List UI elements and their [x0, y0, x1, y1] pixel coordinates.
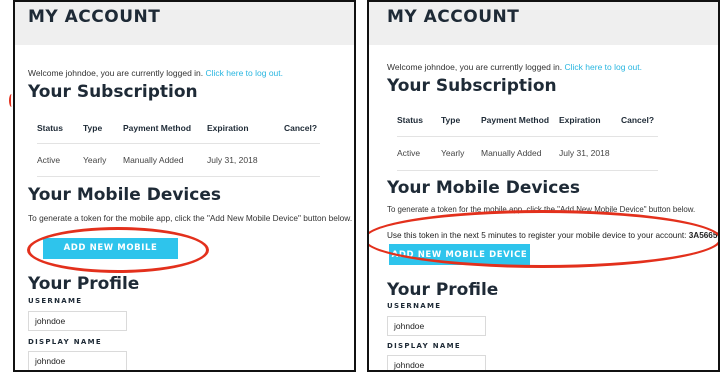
- display-name-field[interactable]: johndoe: [28, 351, 127, 370]
- page-title: MY ACCOUNT: [15, 2, 354, 45]
- add-mobile-device-button[interactable]: ADD NEW MOBILE DEVICE: [389, 244, 530, 265]
- table-divider: [37, 143, 320, 144]
- column-header: Type: [441, 115, 461, 125]
- table-cell: July 31, 2018: [559, 148, 610, 158]
- token-notice-text: Use this token in the next 5 minutes to …: [387, 231, 687, 240]
- logout-link[interactable]: Click here to log out.: [206, 68, 283, 78]
- column-header: Status: [37, 123, 63, 133]
- devices-instructions: To generate a token for the mobile app, …: [387, 205, 696, 214]
- table-row: Active Yearly Manually Added July 31, 20…: [37, 155, 320, 169]
- token-value: 3A56657: [688, 231, 720, 240]
- table-cell: Yearly: [83, 155, 107, 165]
- username-field[interactable]: johndoe: [387, 316, 486, 336]
- username-label: USERNAME: [387, 302, 442, 310]
- subscription-heading: Your Subscription: [28, 82, 198, 102]
- column-header: Payment Method: [123, 123, 192, 133]
- column-header: Cancel?: [284, 123, 318, 133]
- table-divider: [397, 170, 658, 171]
- subscription-table-header: Status Type Payment Method Expiration Ca…: [37, 123, 320, 137]
- table-row: Active Yearly Manually Added July 31, 20…: [397, 148, 684, 162]
- table-divider: [37, 176, 320, 177]
- column-header: Type: [83, 123, 103, 133]
- subscription-table-header: Status Type Payment Method Expiration Ca…: [397, 115, 684, 129]
- table-cell: Active: [397, 148, 421, 158]
- welcome-text: Welcome johndoe, you are currently logge…: [387, 62, 563, 72]
- table-divider: [397, 136, 658, 137]
- add-mobile-device-button[interactable]: ADD NEW MOBILE DEVICE: [43, 238, 178, 274]
- mobile-devices-heading: Your Mobile Devices: [28, 185, 221, 205]
- annotation-mark: [9, 94, 14, 107]
- devices-instructions: To generate a token for the mobile app, …: [28, 213, 353, 223]
- mobile-devices-heading: Your Mobile Devices: [387, 178, 580, 198]
- table-cell: Manually Added: [123, 155, 184, 165]
- table-cell: Active: [37, 155, 61, 165]
- column-header: Payment Method: [481, 115, 550, 125]
- account-panel-after: MY ACCOUNT Welcome johndoe, you are curr…: [367, 0, 720, 372]
- display-name-field[interactable]: johndoe: [387, 355, 486, 370]
- column-header: Status: [397, 115, 423, 125]
- subscription-heading: Your Subscription: [387, 76, 557, 96]
- profile-heading: Your Profile: [387, 280, 499, 300]
- token-notice: Use this token in the next 5 minutes to …: [387, 231, 720, 240]
- profile-heading: Your Profile: [28, 274, 140, 294]
- username-label: USERNAME: [28, 297, 83, 305]
- welcome-message: Welcome johndoe, you are currently logge…: [387, 62, 642, 72]
- column-header: Cancel?: [621, 115, 655, 125]
- table-cell: July 31, 2018: [207, 155, 258, 165]
- display-name-label: DISPLAY NAME: [387, 342, 461, 350]
- table-cell: Yearly: [441, 148, 465, 158]
- page-title: MY ACCOUNT: [369, 2, 718, 45]
- column-header: Expiration: [207, 123, 249, 133]
- account-panel-before: MY ACCOUNT Welcome johndoe, you are curr…: [13, 0, 356, 372]
- username-field[interactable]: johndoe: [28, 311, 127, 331]
- column-header: Expiration: [559, 115, 601, 125]
- table-cell: Manually Added: [481, 148, 542, 158]
- display-name-label: DISPLAY NAME: [28, 338, 102, 346]
- welcome-text: Welcome johndoe, you are currently logge…: [28, 68, 204, 78]
- welcome-message: Welcome johndoe, you are currently logge…: [28, 68, 283, 78]
- logout-link[interactable]: Click here to log out.: [565, 62, 642, 72]
